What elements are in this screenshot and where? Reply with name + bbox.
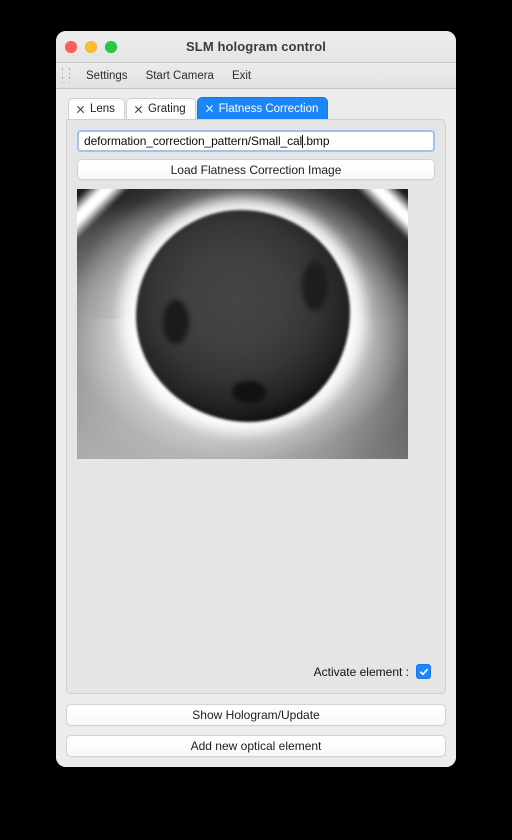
bottom-button-group: Show Hologram/Update Add new optical ele… <box>66 694 446 757</box>
flatness-image-path-input[interactable]: deformation_correction_pattern/Small_cal… <box>77 130 435 152</box>
close-window-button[interactable] <box>65 40 77 53</box>
flatness-correction-preview <box>77 189 408 459</box>
maximize-window-button[interactable] <box>105 40 117 53</box>
preview-blob-bump-left <box>163 300 190 345</box>
preview-wedge-top-left <box>77 189 137 249</box>
close-icon[interactable] <box>76 105 85 114</box>
flatness-correction-panel: deformation_correction_pattern/Small_cal… <box>66 119 446 694</box>
tab-label: Grating <box>147 103 186 115</box>
activate-element-label: Activate element : <box>313 664 409 679</box>
tab-label: Flatness Correction <box>218 102 319 115</box>
tab-label: Lens <box>90 103 115 115</box>
activate-element-checkbox[interactable] <box>416 664 431 679</box>
drag-grip-icon[interactable] <box>59 67 73 85</box>
show-hologram-update-button[interactable]: Show Hologram/Update <box>66 704 446 726</box>
checkmark-icon <box>419 668 428 675</box>
window-content: Lens Grating Flatness Correction deforma… <box>56 89 456 767</box>
activate-element-row: Activate element : <box>77 664 435 683</box>
preview-wedge-top-right <box>348 189 408 249</box>
add-new-optical-element-button[interactable]: Add new optical element <box>66 735 446 757</box>
path-text-before-caret: deformation_correction_pattern/Small_cal <box>84 134 303 148</box>
menu-item-exit[interactable]: Exit <box>223 68 260 84</box>
tab-flatness-correction[interactable]: Flatness Correction <box>196 97 329 119</box>
tab-lens[interactable]: Lens <box>68 98 125 119</box>
close-icon[interactable] <box>134 105 143 114</box>
preview-blob-bump-bottom <box>231 381 266 404</box>
minimize-window-button[interactable] <box>85 40 97 53</box>
preview-dark-blob <box>135 209 350 422</box>
close-icon[interactable] <box>205 104 214 113</box>
tab-strip: Lens Grating Flatness Correction <box>66 97 446 119</box>
preview-blob-bump-right <box>302 261 329 312</box>
app-window: SLM hologram control Settings Start Came… <box>56 31 456 767</box>
path-text-after-caret: .bmp <box>303 134 330 148</box>
window-controls <box>65 31 117 62</box>
menu-item-settings[interactable]: Settings <box>77 68 137 84</box>
preview-container <box>77 189 435 459</box>
load-flatness-correction-image-button[interactable]: Load Flatness Correction Image <box>77 159 435 180</box>
menu-item-start-camera[interactable]: Start Camera <box>137 68 223 84</box>
menu-bar: Settings Start Camera Exit <box>56 63 456 89</box>
title-bar: SLM hologram control <box>56 31 456 63</box>
panel-spacer <box>77 459 435 664</box>
tab-grating[interactable]: Grating <box>125 98 196 119</box>
